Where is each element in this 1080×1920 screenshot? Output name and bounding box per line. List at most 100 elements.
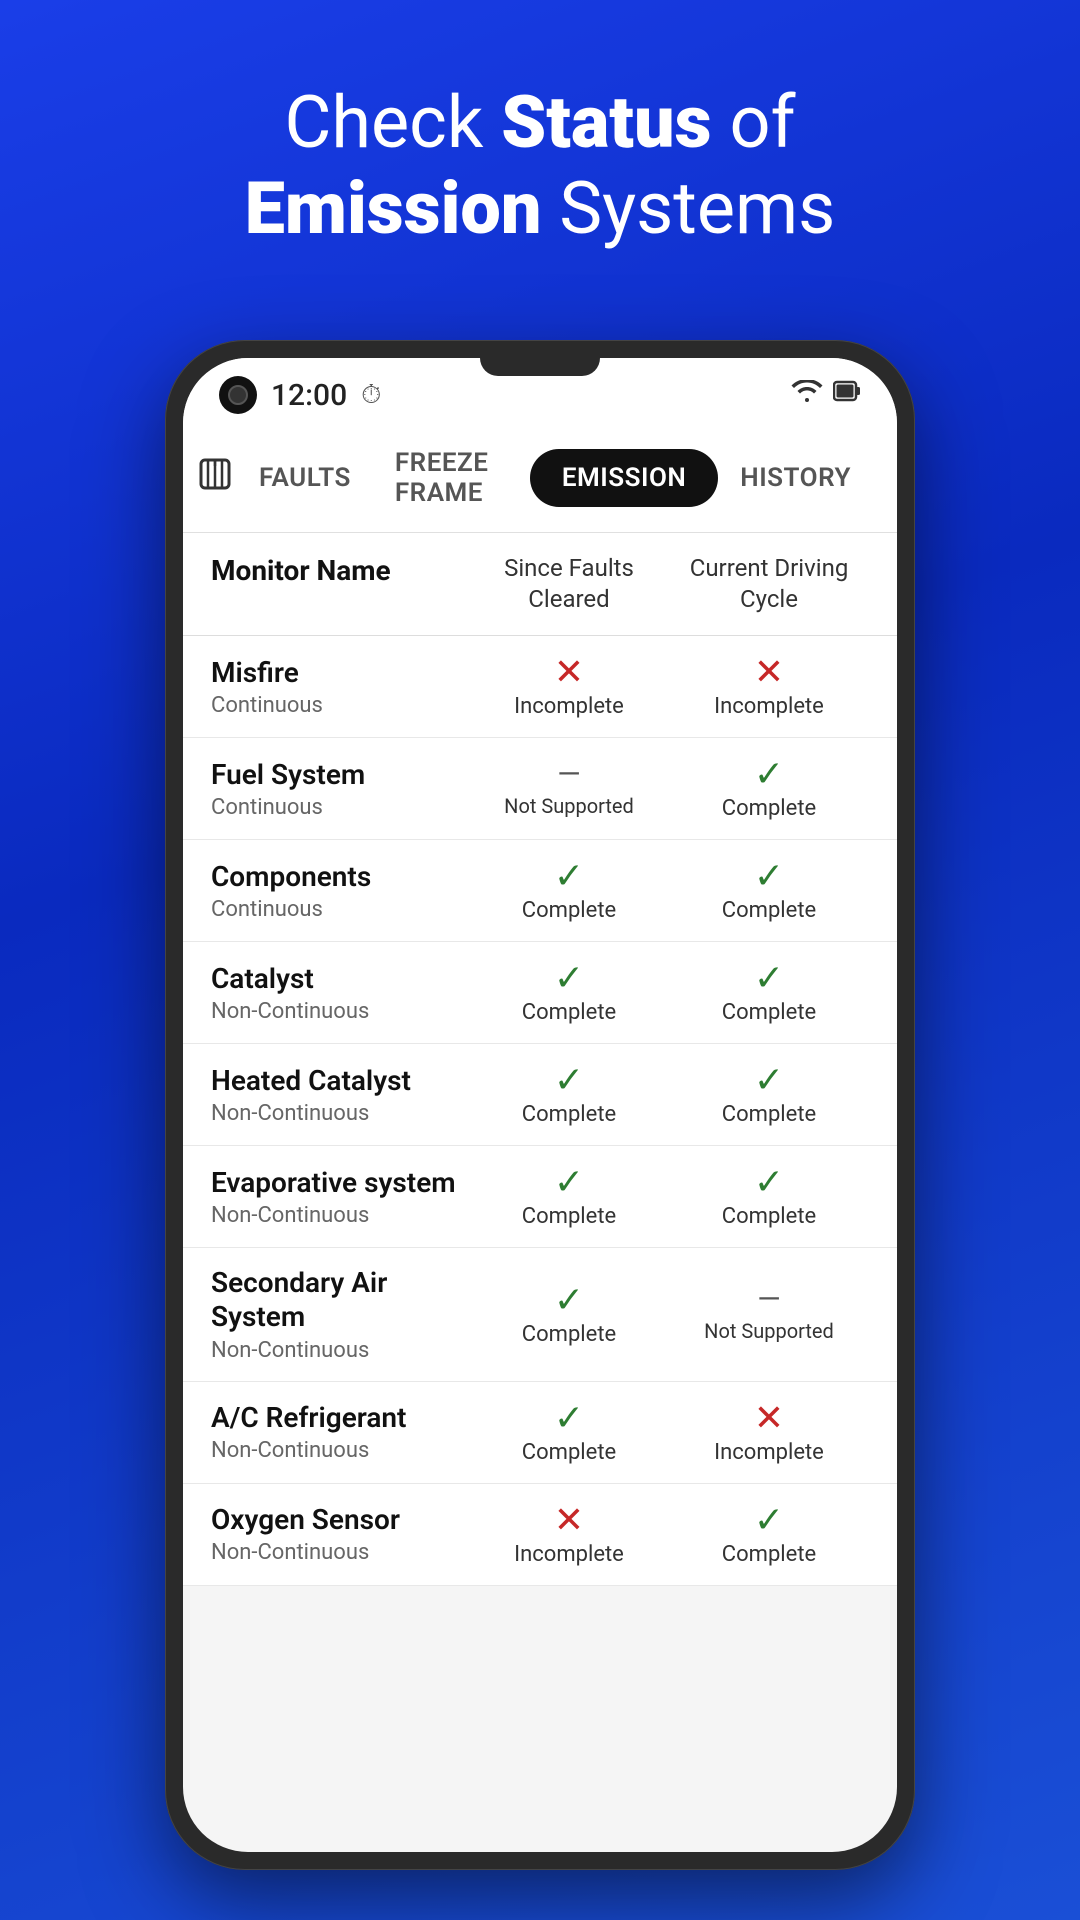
tab-faults[interactable]: Faults: [237, 449, 373, 507]
since-faults-status: ✓ Complete: [469, 1062, 669, 1127]
status-label: Not Supported: [504, 794, 634, 818]
status-icon-incomplete: ✕: [754, 1400, 784, 1436]
emission-table: Monitor Name Since FaultsCleared Current…: [183, 533, 897, 1586]
monitor-info: Components Continuous: [211, 860, 469, 923]
monitor-info: Fuel System Continuous: [211, 758, 469, 821]
status-label: Complete: [722, 796, 816, 821]
hero-line1: Check Status ofEmission Systems: [245, 80, 836, 251]
status-label: Complete: [722, 1102, 816, 1127]
monitor-info: Secondary Air System Non-Continuous: [211, 1266, 469, 1362]
status-icon-complete: ✓: [754, 1502, 784, 1538]
tab-navigation: Faults Freeze Frame Emission History: [183, 424, 897, 533]
table-row: Evaporative system Non-Continuous ✓ Comp…: [183, 1146, 897, 1248]
status-icon-incomplete: ✕: [554, 1502, 584, 1538]
hero-heading: Check Status ofEmission Systems: [0, 0, 1080, 293]
current-cycle-status: ✓ Complete: [669, 1062, 869, 1127]
status-label: Complete: [522, 1000, 616, 1025]
wifi-icon: [791, 380, 823, 411]
status-label: Complete: [722, 1542, 816, 1567]
table-row: Catalyst Non-Continuous ✓ Complete ✓ Com…: [183, 942, 897, 1044]
current-cycle-status: ✓ Complete: [669, 858, 869, 923]
current-cycle-status: ✕ Incomplete: [669, 654, 869, 719]
battery-icon: [833, 379, 861, 412]
monitor-info: Misfire Continuous: [211, 656, 469, 719]
monitor-name: Misfire: [211, 656, 469, 690]
monitor-name: Secondary Air System: [211, 1266, 469, 1333]
phone-screen: 12:00 ⏱: [183, 358, 897, 1852]
status-icon-complete: ✓: [554, 1062, 584, 1098]
tab-freeze-frame[interactable]: Freeze Frame: [373, 434, 530, 522]
status-icon-complete: ✓: [754, 1062, 784, 1098]
status-label: Incomplete: [514, 1542, 624, 1567]
current-cycle-status: — Not Supported: [669, 1285, 869, 1343]
table-row: Heated Catalyst Non-Continuous ✓ Complet…: [183, 1044, 897, 1146]
monitor-info: Heated Catalyst Non-Continuous: [211, 1064, 469, 1127]
current-cycle-status: ✓ Complete: [669, 960, 869, 1025]
status-icon-not-supported: —: [757, 1285, 780, 1315]
monitor-type: Continuous: [211, 795, 469, 820]
monitor-type: Non-Continuous: [211, 1203, 469, 1228]
camera-icon: [219, 376, 257, 414]
monitor-info: A/C Refrigerant Non-Continuous: [211, 1401, 469, 1464]
filter-icon: ⏱: [361, 380, 381, 411]
status-icon-incomplete: ✕: [754, 654, 784, 690]
tab-history[interactable]: History: [718, 449, 873, 507]
current-cycle-status: ✓ Complete: [669, 756, 869, 821]
monitor-info: Catalyst Non-Continuous: [211, 962, 469, 1025]
col-header-name: Monitor Name: [211, 553, 469, 615]
obd-icon: [197, 456, 233, 501]
monitor-name: Fuel System: [211, 758, 469, 792]
monitor-name: Evaporative system: [211, 1166, 469, 1200]
phone-notch: [480, 358, 600, 376]
since-faults-status: ✓ Complete: [469, 1164, 669, 1229]
since-faults-status: ✕ Incomplete: [469, 1502, 669, 1567]
current-cycle-status: ✓ Complete: [669, 1502, 869, 1567]
status-label: Complete: [522, 1102, 616, 1127]
status-label: Complete: [522, 1440, 616, 1465]
status-label: Not Supported: [704, 1319, 834, 1343]
status-icon-complete: ✓: [754, 858, 784, 894]
status-label: Incomplete: [514, 694, 624, 719]
since-faults-status: — Not Supported: [469, 760, 669, 818]
status-icon-complete: ✓: [554, 1282, 584, 1318]
status-label: Incomplete: [714, 694, 824, 719]
since-faults-status: ✓ Complete: [469, 858, 669, 923]
status-icon-complete: ✓: [554, 858, 584, 894]
table-row: Secondary Air System Non-Continuous ✓ Co…: [183, 1248, 897, 1381]
monitor-type: Non-Continuous: [211, 999, 469, 1024]
status-icon-complete: ✓: [754, 1164, 784, 1200]
monitor-name: Heated Catalyst: [211, 1064, 469, 1098]
since-faults-status: ✓ Complete: [469, 1282, 669, 1347]
monitor-info: Oxygen Sensor Non-Continuous: [211, 1503, 469, 1566]
monitor-info: Evaporative system Non-Continuous: [211, 1166, 469, 1229]
time-display: 12:00: [271, 378, 347, 413]
monitor-name: A/C Refrigerant: [211, 1401, 469, 1435]
monitor-type: Non-Continuous: [211, 1338, 469, 1363]
status-label: Complete: [722, 1000, 816, 1025]
status-label: Complete: [522, 1204, 616, 1229]
status-label: Complete: [522, 898, 616, 923]
status-label: Incomplete: [714, 1440, 824, 1465]
monitor-type: Non-Continuous: [211, 1540, 469, 1565]
monitor-type: Continuous: [211, 897, 469, 922]
tab-emission[interactable]: Emission: [530, 449, 718, 507]
table-header: Monitor Name Since FaultsCleared Current…: [183, 533, 897, 636]
phone-mockup: 12:00 ⏱: [165, 340, 915, 1870]
phone-frame: 12:00 ⏱: [165, 340, 915, 1870]
since-faults-status: ✓ Complete: [469, 1400, 669, 1465]
current-cycle-status: ✓ Complete: [669, 1164, 869, 1229]
table-row: Oxygen Sensor Non-Continuous ✕ Incomplet…: [183, 1484, 897, 1586]
status-label: Complete: [722, 898, 816, 923]
status-icon-not-supported: —: [557, 760, 580, 790]
since-faults-status: ✕ Incomplete: [469, 654, 669, 719]
monitor-name: Catalyst: [211, 962, 469, 996]
status-icon-complete: ✓: [554, 1400, 584, 1436]
status-label: Complete: [722, 1204, 816, 1229]
monitor-name: Oxygen Sensor: [211, 1503, 469, 1537]
table-row: Components Continuous ✓ Complete ✓ Compl…: [183, 840, 897, 942]
monitor-type: Continuous: [211, 693, 469, 718]
status-icon-complete: ✓: [754, 960, 784, 996]
col-header-current: Current DrivingCycle: [669, 553, 869, 615]
status-icon-complete: ✓: [554, 1164, 584, 1200]
monitor-name: Components: [211, 860, 469, 894]
